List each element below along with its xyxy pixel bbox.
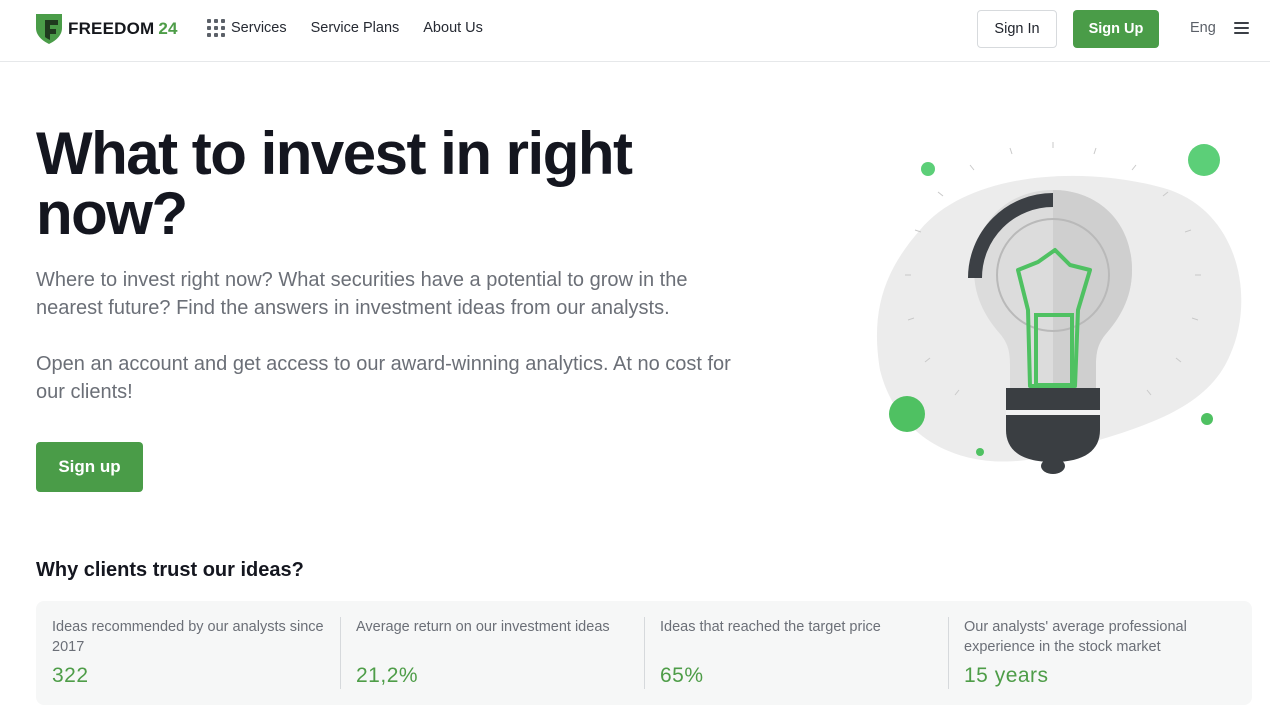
- sign-in-button[interactable]: Sign In: [977, 10, 1057, 48]
- hero-paragraph-2: Open an account and get access to our aw…: [36, 353, 731, 403]
- menu-burger-icon[interactable]: [1234, 22, 1250, 36]
- top-header: FREEDOM 24 Services Service Plans About U…: [0, 0, 1270, 62]
- stat-average-return: Average return on our investment ideas 2…: [340, 601, 644, 705]
- hero-title: What to invest in right now?: [36, 120, 633, 247]
- lightbulb-illustration: [876, 142, 1242, 474]
- stat-target-reached: Ideas that reached the target price 65%: [644, 601, 948, 705]
- stat-value: 21,2%: [356, 664, 419, 687]
- language-selector[interactable]: Eng: [1190, 20, 1216, 36]
- stat-label: Average return on our investment ideas: [356, 619, 610, 635]
- sign-up-button[interactable]: Sign Up: [1073, 10, 1159, 48]
- logo-text: FREEDOM 24: [68, 19, 178, 38]
- nav-service-plans[interactable]: Service Plans: [311, 20, 400, 36]
- stat-label: Our analysts' average professional exper…: [964, 619, 1187, 655]
- stat-label: Ideas recommended by our analysts since …: [52, 619, 324, 655]
- stat-value: 322: [52, 664, 89, 687]
- brand-logo[interactable]: FREEDOM 24: [36, 14, 178, 44]
- stat-analyst-experience: Our analysts' average professional exper…: [948, 601, 1252, 705]
- stats-panel: Ideas recommended by our analysts since …: [36, 601, 1252, 705]
- apps-grid-icon: [207, 19, 225, 37]
- stat-value: 15 years: [964, 664, 1049, 687]
- nav-services-label: Services: [231, 20, 287, 36]
- trust-section-title: Why clients trust our ideas?: [36, 559, 304, 581]
- hero-sign-up-button[interactable]: Sign up: [36, 442, 143, 492]
- logo-shield-icon: [36, 14, 62, 44]
- main-nav: Services Service Plans About Us: [207, 19, 507, 37]
- hero-paragraph-1: Where to invest right now? What securiti…: [36, 269, 688, 319]
- stat-ideas-recommended: Ideas recommended by our analysts since …: [36, 601, 340, 705]
- nav-about-us[interactable]: About Us: [423, 20, 483, 36]
- stat-value: 65%: [660, 664, 704, 687]
- stat-label: Ideas that reached the target price: [660, 619, 881, 635]
- nav-services[interactable]: Services: [207, 19, 287, 37]
